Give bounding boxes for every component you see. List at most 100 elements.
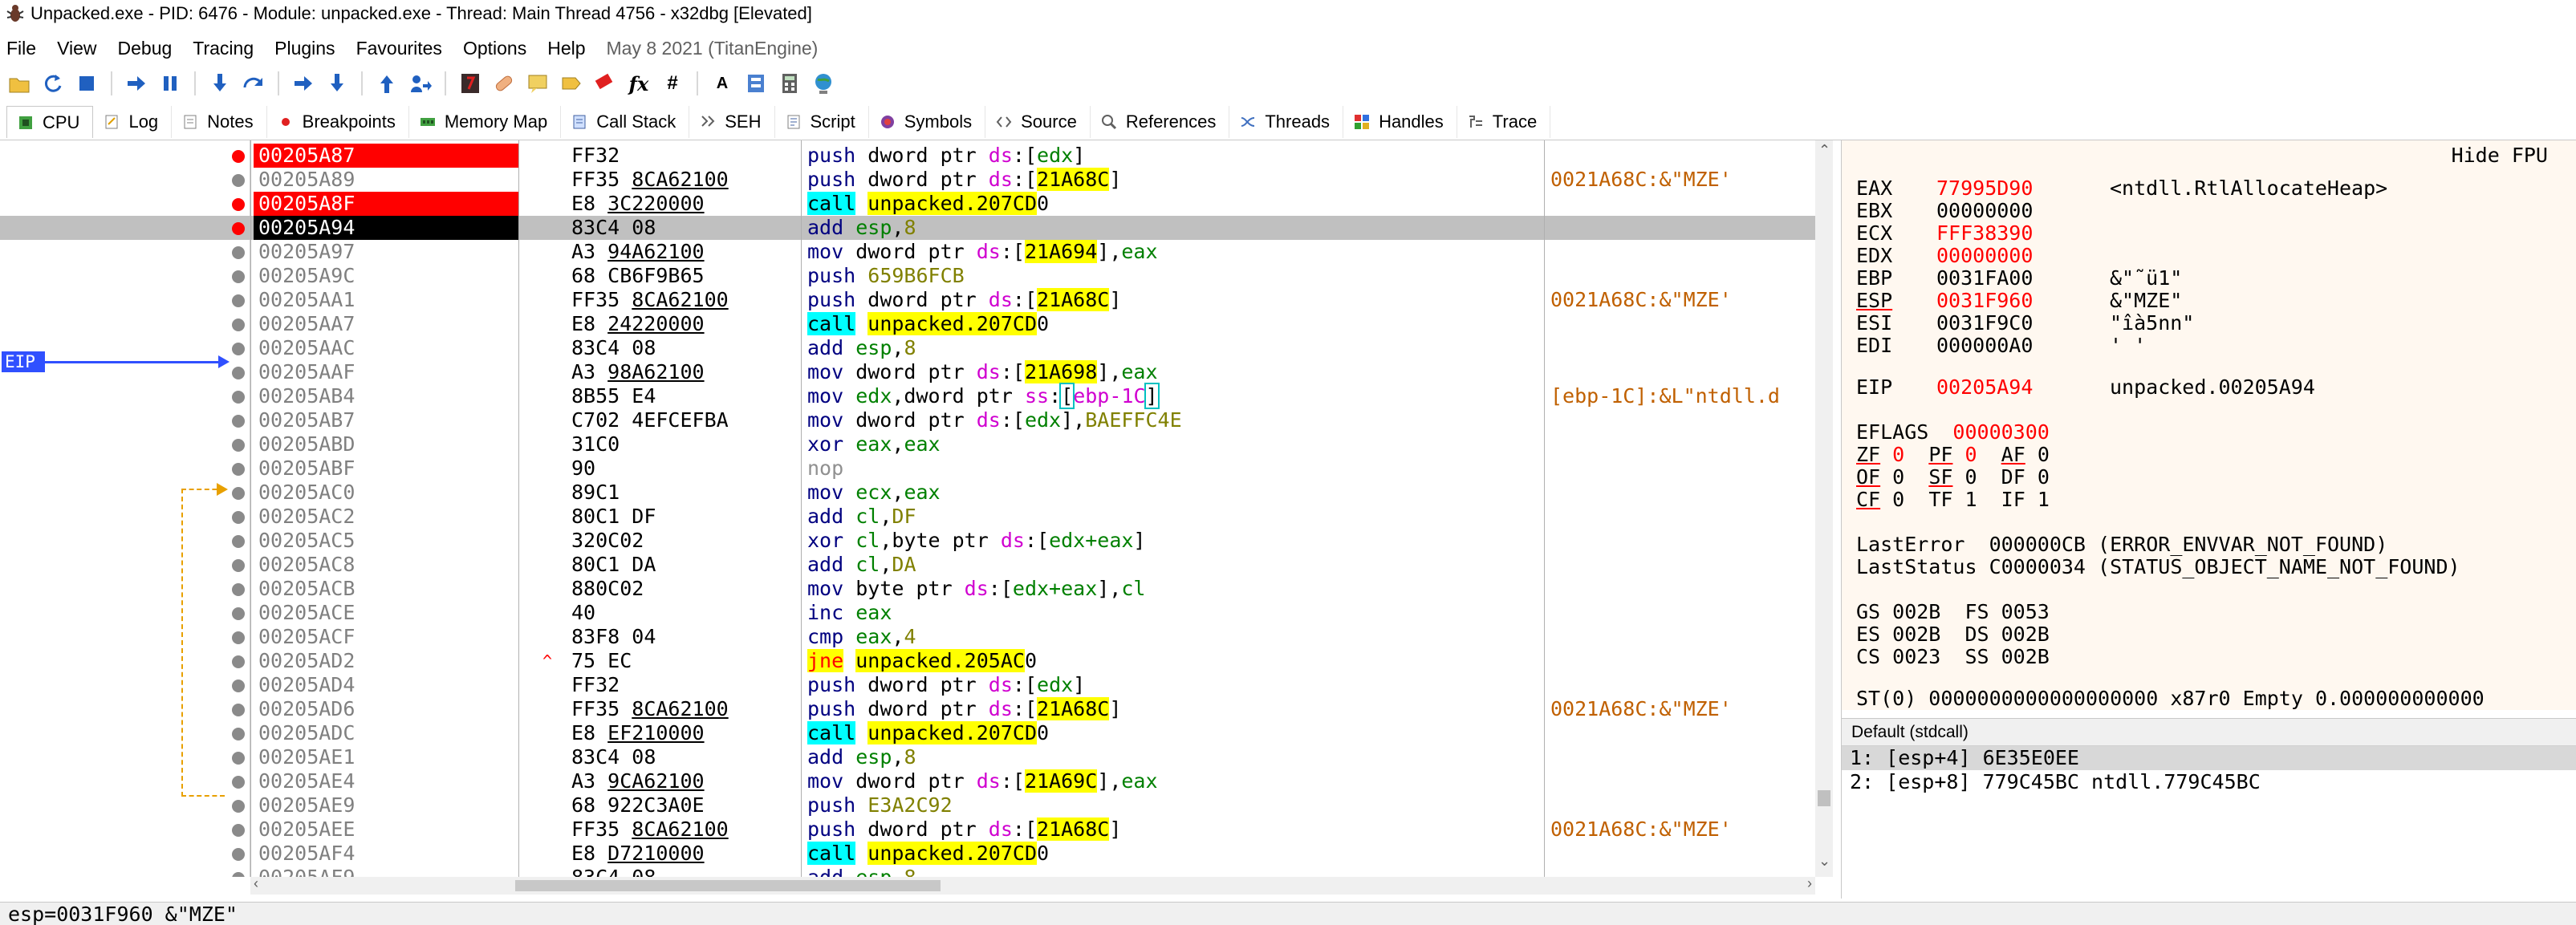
breakpoint-slot-icon[interactable] <box>232 848 245 861</box>
flags-row[interactable]: CF 0 TF 1 IF 1 <box>1856 489 2050 511</box>
disassembly-row[interactable]: 00205AF9 83C4 08 add esp,8 <box>0 866 1815 877</box>
register-ecx[interactable]: ECX FFF38390 <box>1856 222 2110 245</box>
disassembly-row[interactable]: 00205AEE FF35 8CA62100 push dword ptr ds:[… <box>0 817 1815 842</box>
disassembly-row[interactable]: 00205A87 FF32 push dword ptr ds:[edx] <box>0 144 1815 168</box>
breakpoint-slot-icon[interactable] <box>232 680 245 692</box>
disassembly-row[interactable]: 00205AD6 FF35 8CA62100 push dword ptr ds:[… <box>0 697 1815 721</box>
breakpoint-slot-icon[interactable] <box>232 318 245 331</box>
disassembly-row[interactable]: 00205AE4 A3 9CA62100 mov dword ptr ds:[21A… <box>0 769 1815 793</box>
segment-registers-row[interactable]: ES 002B DS 002B <box>1856 623 2050 646</box>
labels-icon[interactable] <box>559 71 584 96</box>
trace-over-icon[interactable] <box>324 71 350 96</box>
breakpoint-slot-icon[interactable] <box>232 655 245 668</box>
scroll-up-icon[interactable]: ⌃ <box>1818 142 1830 159</box>
breakpoint-slot-icon[interactable] <box>232 463 245 476</box>
disassembly-row[interactable]: 00205AA7 E8 24220000 call unpacked.207CD0 <box>0 312 1815 336</box>
disassembly-horizontal-scrollbar[interactable]: ‹ › <box>250 875 1815 895</box>
register-eflags[interactable]: EFLAGS 00000300 <box>1856 421 2050 444</box>
disassembly-row[interactable]: 00205ABD 31C0 xor eax,eax <box>0 432 1815 456</box>
tab-memory-map[interactable]: Memory Map <box>409 106 562 138</box>
menu-options[interactable]: Options <box>463 38 526 59</box>
disassembly-row[interactable]: 00205AAF A3 98A62100 mov dword ptr ds:[21A… <box>0 360 1815 384</box>
register-esi[interactable]: ESI 0031F9C0 "îà5nn" <box>1856 312 2194 335</box>
disassembly-row[interactable]: 00205A9C 68 CB6F9B65 push 659B6FCB <box>0 264 1815 288</box>
register-eax[interactable]: EAX 77995D90 <ntdll.RtlAllocateHeap> <box>1856 177 2387 200</box>
breakpoint-slot-icon[interactable] <box>232 752 245 765</box>
execute-till-return-icon[interactable] <box>374 71 400 96</box>
tab-log[interactable]: Log <box>93 106 173 138</box>
breakpoint-slot-icon[interactable] <box>232 728 245 740</box>
disassembly-row[interactable]: 00205AB4 8B55 E4 mov edx,dword ptr ss:[ebp… <box>0 383 1815 409</box>
pause-icon[interactable] <box>157 71 183 96</box>
close-icon[interactable] <box>74 71 100 96</box>
tab-threads[interactable]: Threads <box>1229 106 1344 138</box>
menu-debug[interactable]: Debug <box>118 38 173 59</box>
scroll-right-icon[interactable]: › <box>1807 875 1812 892</box>
help-globe-icon[interactable] <box>811 71 836 96</box>
disassembly-row[interactable]: 00205ABF 90 nop <box>0 456 1815 481</box>
functions-icon[interactable]: fx <box>626 71 652 96</box>
menu-plugins[interactable]: Plugins <box>274 38 335 59</box>
breakpoint-slot-icon[interactable] <box>232 704 245 716</box>
disassembly-row[interactable]: 00205ACE 40 inc eax <box>0 601 1815 625</box>
breakpoint-dot-icon[interactable] <box>232 222 245 235</box>
breakpoint-slot-icon[interactable] <box>232 583 245 596</box>
disassembly-row[interactable]: 00205AAC 83C4 08 add esp,8 <box>0 336 1815 360</box>
argument-row[interactable]: 2: [esp+8] 779C45BC ntdll.779C45BC <box>1842 770 2576 794</box>
argument-row[interactable]: 1: [esp+4] 6E35E0EE <box>1842 746 2576 770</box>
menu-favourites[interactable]: Favourites <box>356 38 442 59</box>
breakpoint-slot-icon[interactable] <box>232 391 245 404</box>
segment-registers-row[interactable]: GS 002B FS 0053 <box>1856 601 2050 623</box>
run-icon[interactable] <box>124 71 149 96</box>
menu-help[interactable]: Help <box>547 38 585 59</box>
font-icon[interactable]: A <box>709 71 735 96</box>
hide-fpu-button[interactable]: Hide FPU <box>2452 144 2548 167</box>
hash-icon[interactable]: # <box>660 71 685 96</box>
breakpoint-slot-icon[interactable] <box>232 487 245 500</box>
breakpoint-slot-icon[interactable] <box>232 294 245 307</box>
register-view[interactable]: Hide FPU EAX 77995D90 <ntdll.RtlAllocateHe… <box>1842 140 2576 710</box>
breakpoint-dot-icon[interactable] <box>232 198 245 211</box>
trace-into-icon[interactable] <box>291 71 316 96</box>
disassembly-row[interactable]: 00205AA1 FF35 8CA62100 push dword ptr ds:[… <box>0 288 1815 312</box>
disassembly-row[interactable]: 00205AC5 320C02 xor cl,byte ptr ds:[edx+ea… <box>0 529 1815 553</box>
breakpoint-slot-icon[interactable] <box>232 511 245 524</box>
calling-convention-select[interactable]: Default (stdcall) <box>1842 719 2576 746</box>
run-to-user-code-icon[interactable] <box>408 71 433 96</box>
disassembly-row[interactable]: 00205A94 83C4 08 add esp,8 <box>0 216 1815 240</box>
tab-cpu[interactable]: CPU <box>6 106 94 138</box>
breakpoint-slot-icon[interactable] <box>232 270 245 283</box>
disassembly-row[interactable]: 00205ACB 880C02 mov byte ptr ds:[edx+eax],… <box>0 577 1815 601</box>
disassembly-row[interactable]: 00205ACF 83F8 04 cmp eax,4 <box>0 625 1815 649</box>
tab-seh[interactable]: SEH <box>689 106 775 138</box>
breakpoint-slot-icon[interactable] <box>232 776 245 789</box>
segment-registers-row[interactable]: CS 0023 SS 002B <box>1856 646 2050 668</box>
breakpoint-slot-icon[interactable] <box>232 343 245 355</box>
tab-symbols[interactable]: Symbols <box>869 106 986 138</box>
breakpoint-slot-icon[interactable] <box>232 631 245 644</box>
disassembly-row[interactable]: 00205AE9 68 922C3A0E push E3A2C92 <box>0 793 1815 817</box>
register-ebp[interactable]: EBP 0031FA00 &"˜ü1" <box>1856 267 2182 290</box>
disassembly-row[interactable]: 00205A97 A3 94A62100 mov dword ptr ds:[21A… <box>0 240 1815 264</box>
scroll-left-icon[interactable]: ‹ <box>254 875 258 892</box>
disassembly-vertical-scrollbar[interactable]: ⌃ ⌄ <box>1815 140 1833 877</box>
disassembly-row[interactable]: 00205AC2 80C1 DF add cl,DF <box>0 505 1815 529</box>
breakpoint-slot-icon[interactable] <box>232 824 245 837</box>
breakpoint-dot-icon[interactable] <box>232 150 245 163</box>
register-esp[interactable]: ESP 0031F960 &"MZE" <box>1856 290 2182 312</box>
register-edi[interactable]: EDI 000000A0 ' ' <box>1856 335 2146 357</box>
scroll-thumb[interactable] <box>515 880 941 891</box>
disassembly-row[interactable]: 00205AB7 C702 4EFCEFBA mov dword ptr ds:[e… <box>0 408 1815 432</box>
tab-handles[interactable]: Handles <box>1343 106 1457 138</box>
last-error[interactable]: LastError 000000CB (ERROR_ENVVAR_NOT_FOU… <box>1856 533 2387 556</box>
tab-notes[interactable]: Notes <box>172 106 267 138</box>
disassembly-view[interactable]: 00205A87 FF32 push dword ptr ds:[edx] 00205… <box>0 140 1815 877</box>
disassembly-row[interactable]: 00205AC0 89C1 mov ecx,eax <box>0 481 1815 505</box>
disassembly-row[interactable]: 00205A8F E8 3C220000 call unpacked.207CD0 <box>0 192 1815 216</box>
settings-icon[interactable] <box>743 71 769 96</box>
breakpoint-slot-icon[interactable] <box>232 367 245 379</box>
breakpoint-slot-icon[interactable] <box>232 800 245 813</box>
step-into-icon[interactable] <box>207 71 233 96</box>
disassembly-row[interactable]: 00205AE1 83C4 08 add esp,8 <box>0 745 1815 769</box>
flags-row[interactable]: ZF 0 PF 0 AF 0 <box>1856 444 2050 466</box>
